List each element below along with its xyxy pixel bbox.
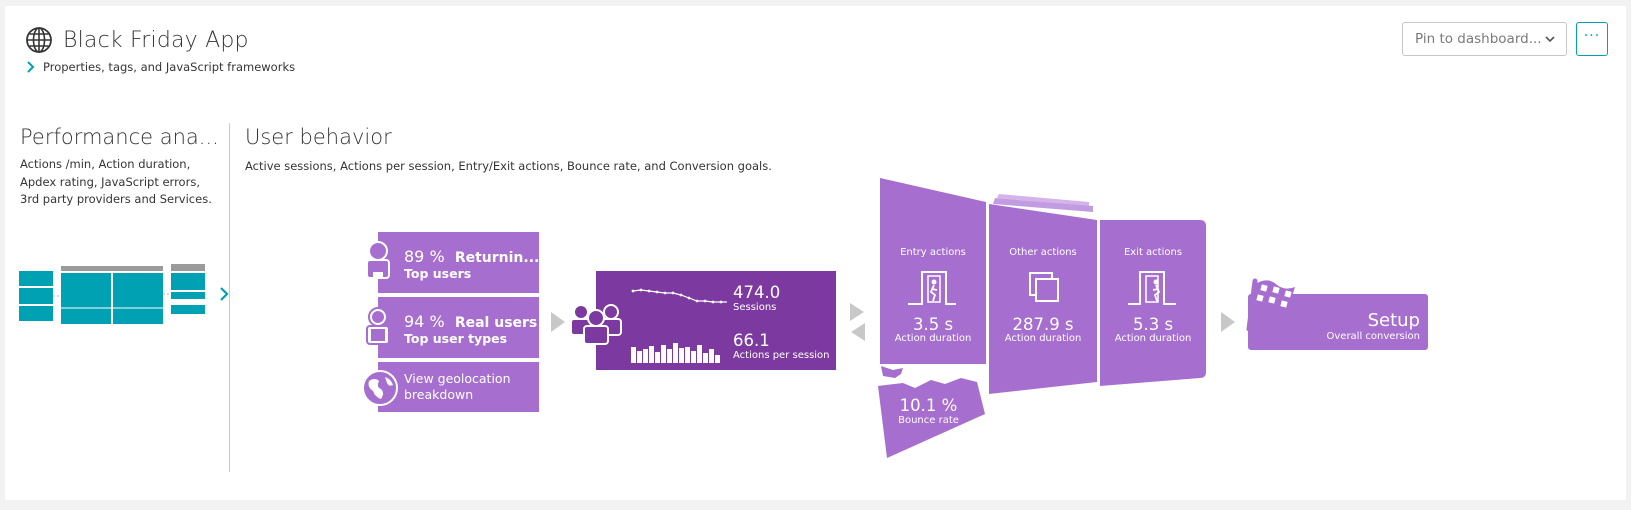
pin-to-dashboard-label: Pin to dashboard... [1415, 31, 1542, 47]
performance-analysis-title[interactable]: Performance ana... [20, 125, 219, 149]
user-behavior-description: Active sessions, Actions per session, En… [245, 159, 772, 173]
bounce-rate-label: Bounce rate [898, 415, 959, 426]
section-divider [229, 123, 230, 472]
performance-treemap-icon[interactable] [19, 264, 231, 328]
entry-actions-label: Action duration [894, 333, 972, 344]
actions-per-session-label: Actions per session [733, 350, 830, 361]
returning-users-value: 89 % [404, 247, 445, 266]
checkered-flag-icon [1246, 278, 1295, 332]
more-options-button[interactable]: ··· [1576, 22, 1608, 56]
user-group-icon [570, 304, 622, 345]
conversion-value: Setup [1367, 310, 1420, 331]
actions-histogram [631, 343, 720, 363]
sessions-sparkline [631, 288, 727, 304]
sessions-label: Sessions [733, 302, 777, 313]
chevron-right-icon [220, 287, 229, 301]
performance-analysis-description: Actions /min, Action duration, Apdex rat… [20, 157, 212, 206]
other-actions-title: Other actions [1009, 247, 1077, 258]
other-actions-label: Action duration [1004, 333, 1082, 344]
chevron-down-icon [1545, 36, 1555, 43]
bounce-rate-tile[interactable]: 10.1 % Bounce rate [873, 366, 988, 460]
exit-actions-title: Exit actions [1123, 247, 1183, 258]
flow-arrows-icon [850, 303, 865, 341]
flow-arrow-icon [1221, 312, 1235, 332]
other-actions-tile[interactable]: Other actions 287.9 s Action duration [989, 194, 1097, 394]
user-behavior-title: User behavior [245, 125, 392, 149]
entry-door-icon [908, 271, 956, 305]
bounce-rate-value: 10.1 % [899, 396, 958, 415]
real-users-label: Real users [454, 315, 538, 331]
real-users-tile[interactable]: 94 % Real users Top user types [378, 297, 539, 358]
user-icon [366, 241, 390, 279]
real-users-sub: Top user types [404, 331, 508, 346]
app-title: Black Friday App [63, 28, 249, 53]
globe-map-icon [362, 370, 398, 406]
sessions-value: 474.0 [733, 283, 781, 302]
returning-users-sub: Top users [404, 266, 472, 281]
conversion-label: Overall conversion [1326, 331, 1421, 342]
sessions-tile[interactable]: 474.0 Sessions 66.1 Actions per session [596, 271, 836, 370]
exit-actions-tile[interactable]: Exit actions 5.3 s Action duration [1100, 220, 1206, 386]
entry-actions-title: Entry actions [900, 247, 966, 258]
actions-per-session-value: 66.1 [733, 331, 770, 350]
exit-actions-value: 5.3 s [1132, 315, 1174, 334]
returning-users-label: Returnin... [454, 250, 540, 266]
globe-icon [26, 27, 52, 53]
pin-to-dashboard-dropdown[interactable]: Pin to dashboard... [1402, 22, 1567, 56]
geolocation-tile[interactable]: View geolocation breakdown [378, 362, 539, 412]
user-type-icon [366, 307, 390, 345]
real-users-value: 94 % [404, 312, 445, 331]
exit-actions-label: Action duration [1114, 333, 1192, 344]
chevron-right-icon[interactable] [25, 60, 37, 74]
properties-link[interactable]: Properties, tags, and JavaScript framewo… [43, 60, 295, 74]
exit-door-icon [1128, 271, 1176, 305]
flow-arrow-icon [551, 312, 565, 332]
returning-users-tile[interactable]: 89 % Returnin... Top users [378, 232, 539, 293]
entry-actions-value: 3.5 s [912, 315, 954, 334]
application-overview-card: Black Friday App Properties, tags, and J… [5, 6, 1626, 500]
entry-actions-tile[interactable]: Entry actions 3.5 s Action duration [880, 178, 986, 364]
stacked-pages-icon [1029, 272, 1059, 302]
geolocation-label-line2: breakdown [404, 387, 474, 402]
geolocation-label-line1: View geolocation [404, 371, 511, 386]
other-actions-value: 287.9 s [1012, 315, 1074, 334]
